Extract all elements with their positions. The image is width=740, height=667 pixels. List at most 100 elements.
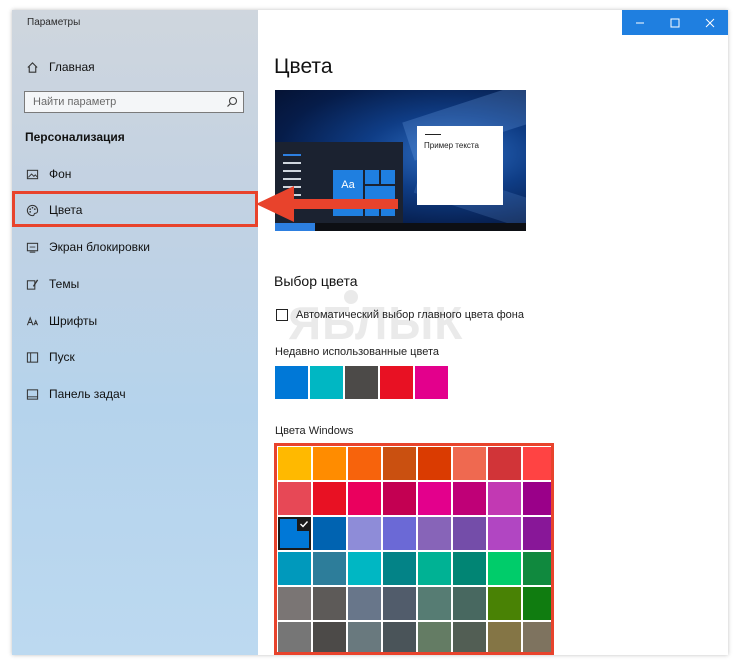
color-swatch[interactable]	[313, 482, 346, 515]
color-swatch[interactable]	[348, 587, 381, 620]
watermark-apple-mark	[344, 290, 358, 304]
color-swatch[interactable]	[488, 587, 521, 620]
color-swatch[interactable]	[488, 447, 521, 480]
recent-color-swatch[interactable]	[380, 366, 413, 399]
main-content: Цвета Aa Пример текста Выбор цвета ЯБЛЫК	[258, 10, 728, 655]
maximize-icon	[670, 18, 679, 27]
color-swatch[interactable]	[488, 622, 521, 652]
color-swatch[interactable]	[418, 482, 451, 515]
color-swatch[interactable]	[278, 447, 311, 480]
auto-color-checkbox[interactable]	[276, 309, 288, 321]
color-swatch[interactable]	[383, 622, 416, 652]
color-swatch[interactable]	[278, 587, 311, 620]
sidebar-item-start[interactable]: Пуск	[25, 348, 75, 366]
settings-window: Параметры Главная Персонализация Фон Цве…	[12, 10, 728, 655]
color-swatch[interactable]	[453, 517, 486, 550]
recent-color-swatch[interactable]	[415, 366, 448, 399]
color-swatch[interactable]	[523, 587, 551, 620]
color-swatch[interactable]	[348, 447, 381, 480]
color-swatch[interactable]	[348, 517, 381, 550]
sidebar-item-label: Цвета	[49, 203, 83, 217]
color-swatch[interactable]	[313, 447, 346, 480]
sidebar-item-label: Шрифты	[49, 314, 98, 328]
color-swatch[interactable]	[278, 552, 311, 585]
sidebar-item-home[interactable]: Главная	[25, 58, 95, 76]
search-icon[interactable]	[226, 96, 238, 108]
color-swatch[interactable]	[313, 552, 346, 585]
color-swatch[interactable]	[348, 482, 381, 515]
color-swatch[interactable]	[383, 552, 416, 585]
sidebar-item-label: Главная	[49, 60, 95, 74]
color-swatch[interactable]	[313, 622, 346, 652]
close-button[interactable]	[692, 10, 727, 35]
page-title: Цвета	[274, 55, 333, 78]
color-swatch[interactable]	[453, 622, 486, 652]
color-swatch[interactable]	[418, 447, 451, 480]
sidebar: Параметры Главная Персонализация Фон Цве…	[12, 10, 258, 655]
auto-color-checkbox-row[interactable]: Автоматический выбор главного цвета фона	[276, 308, 524, 322]
search-box[interactable]	[24, 91, 244, 113]
maximize-button[interactable]	[657, 10, 692, 35]
windows-colors-frame	[274, 443, 554, 655]
windows-colors-grid	[278, 447, 551, 652]
sidebar-item-taskbar[interactable]: Панель задач	[25, 385, 126, 403]
color-swatch[interactable]	[278, 622, 311, 652]
annotation-arrow	[256, 186, 398, 222]
color-swatch[interactable]	[348, 552, 381, 585]
color-swatch[interactable]	[488, 552, 521, 585]
palette-icon	[25, 203, 39, 217]
preview-sample-text: Пример текста	[424, 141, 479, 150]
color-swatch[interactable]	[348, 622, 381, 652]
home-icon	[25, 60, 39, 74]
color-swatch[interactable]	[418, 552, 451, 585]
color-swatch[interactable]	[523, 552, 551, 585]
sidebar-item-themes[interactable]: Темы	[25, 275, 79, 293]
image-icon	[25, 167, 39, 181]
windows-colors-label: Цвета Windows	[275, 425, 354, 437]
sidebar-item-fonts[interactable]: Шрифты	[25, 312, 97, 330]
recent-colors	[275, 366, 448, 399]
checkmark-icon	[297, 517, 311, 531]
color-swatch[interactable]	[278, 482, 311, 515]
color-swatch[interactable]	[453, 482, 486, 515]
sidebar-item-label: Фон	[49, 167, 72, 181]
color-swatch-selected[interactable]	[278, 517, 311, 550]
preview-tile	[381, 170, 395, 184]
color-swatch[interactable]	[488, 517, 521, 550]
color-swatch[interactable]	[313, 587, 346, 620]
color-swatch[interactable]	[418, 622, 451, 652]
app-title: Параметры	[27, 17, 81, 28]
sidebar-item-colors[interactable]: Цвета	[25, 201, 82, 219]
color-swatch[interactable]	[523, 482, 551, 515]
color-swatch[interactable]	[523, 517, 551, 550]
color-swatch[interactable]	[453, 447, 486, 480]
color-swatch[interactable]	[488, 482, 521, 515]
preview-taskbar-accent	[275, 223, 315, 231]
color-swatch[interactable]	[383, 482, 416, 515]
color-swatch[interactable]	[418, 587, 451, 620]
recent-color-swatch[interactable]	[345, 366, 378, 399]
recent-color-swatch[interactable]	[275, 366, 308, 399]
color-swatch[interactable]	[383, 517, 416, 550]
color-swatch[interactable]	[313, 517, 346, 550]
color-swatch[interactable]	[383, 587, 416, 620]
close-icon	[705, 18, 714, 27]
start-icon	[25, 350, 39, 364]
search-input[interactable]	[33, 95, 213, 109]
minimize-button[interactable]	[622, 10, 657, 35]
sidebar-item-lock-screen[interactable]: Экран блокировки	[25, 238, 150, 256]
sidebar-item-label: Панель задач	[49, 387, 126, 401]
color-swatch[interactable]	[453, 587, 486, 620]
color-swatch[interactable]	[523, 622, 551, 652]
color-swatch[interactable]	[453, 552, 486, 585]
color-swatch[interactable]	[418, 517, 451, 550]
window-caption-buttons	[622, 10, 728, 35]
preview-window: Пример текста	[417, 126, 503, 205]
sidebar-item-background[interactable]: Фон	[25, 165, 71, 183]
recent-color-swatch[interactable]	[310, 366, 343, 399]
color-swatch[interactable]	[523, 447, 551, 480]
recent-colors-label: Недавно использованные цвета	[275, 346, 439, 358]
color-choice-title: Выбор цвета	[274, 273, 358, 289]
color-swatch[interactable]	[383, 447, 416, 480]
section-title: Персонализация	[25, 130, 125, 144]
